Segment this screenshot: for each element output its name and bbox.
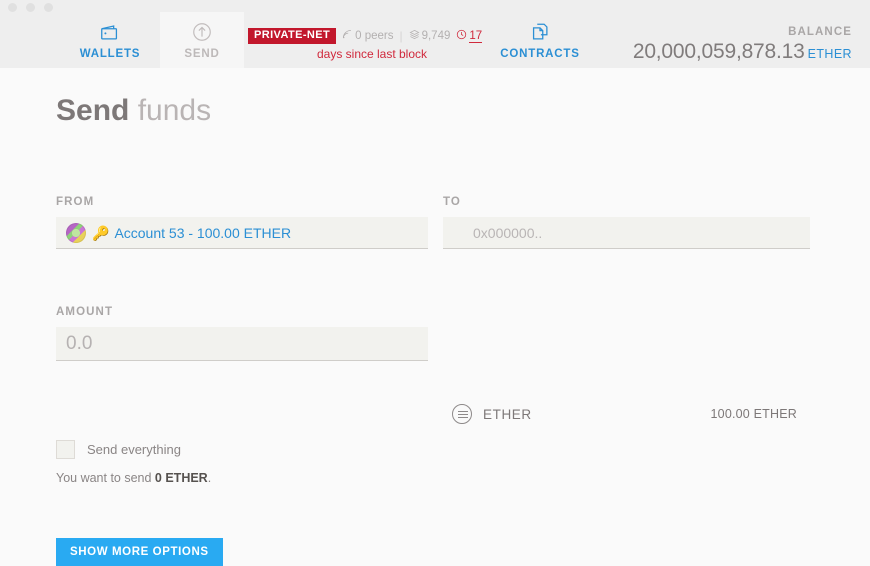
- amount-label: AMOUNT: [56, 306, 114, 318]
- last-block-time-value: 17: [469, 29, 483, 43]
- to-field-group: TO 0x000000..: [443, 196, 810, 249]
- network-status: PRIVATE-NET 0 peers | 9,749 17 days sinc…: [248, 28, 488, 61]
- currency-selector-row[interactable]: ETHER 100.00 ETHER: [452, 404, 797, 424]
- network-badge: PRIVATE-NET: [248, 28, 337, 44]
- nav-tab-wallets-label: WALLETS: [79, 48, 141, 60]
- to-label: TO: [443, 196, 461, 208]
- clock-icon: [456, 29, 467, 43]
- send-everything-checkbox[interactable]: [56, 440, 75, 459]
- page-title-strong: Send: [56, 94, 130, 127]
- block-number-label: 9,749: [421, 30, 451, 42]
- page-title: Send funds: [56, 94, 211, 128]
- documents-icon: [529, 20, 551, 44]
- send-everything-label: Send everything: [87, 442, 181, 457]
- peer-count: 0 peers: [342, 29, 393, 43]
- send-summary-amount: 0 ETHER: [154, 471, 208, 485]
- send-summary-suffix: .: [207, 471, 212, 485]
- peer-count-label: 0 peers: [355, 30, 394, 42]
- from-account-label: Account 53 - 100.00 ETHER: [114, 224, 292, 241]
- block-number: 9,749: [409, 29, 451, 43]
- maximize-button-icon[interactable]: [44, 3, 53, 12]
- amount-input[interactable]: 0.0: [56, 327, 428, 361]
- signal-icon: [342, 29, 353, 43]
- send-summary: You want to send 0 ETHER.: [56, 471, 211, 485]
- balance-amount: 20,000,059,878.13: [632, 40, 805, 63]
- key-icon: 🔑: [92, 224, 110, 241]
- blocks-icon: [409, 29, 420, 43]
- main-content: Send funds FROM 🔑 Account 53 - 100.00 ET…: [0, 68, 870, 566]
- window-titlebar: [0, 0, 870, 12]
- amount-field-group: AMOUNT 0.0: [56, 306, 428, 361]
- status-separator: |: [399, 29, 403, 43]
- show-more-options-button[interactable]: SHOW MORE OPTIONS: [56, 538, 223, 566]
- close-button-icon[interactable]: [8, 3, 17, 12]
- arrow-up-circle-icon: [191, 20, 213, 44]
- send-summary-prefix: You want to send: [56, 471, 155, 485]
- to-address-placeholder: 0x000000..: [473, 224, 543, 241]
- last-block-note: days since last block: [316, 47, 428, 61]
- currency-available-balance: 100.00 ETHER: [710, 407, 797, 421]
- nav-tab-wallets[interactable]: WALLETS: [60, 12, 160, 68]
- from-label: FROM: [56, 196, 95, 208]
- list-circle-icon: [452, 404, 472, 424]
- amount-placeholder: 0.0: [66, 332, 93, 354]
- send-everything-row[interactable]: Send everything: [56, 440, 181, 459]
- nav-tab-contracts-label: CONTRACTS: [500, 48, 580, 60]
- nav-tab-contracts[interactable]: CONTRACTS: [490, 12, 590, 68]
- to-address-input[interactable]: 0x000000..: [443, 217, 810, 249]
- nav-tab-send-label: SEND: [184, 48, 220, 60]
- currency-name: ETHER: [483, 406, 532, 422]
- balance-label: BALANCE: [788, 26, 852, 38]
- app-header: WALLETS SEND PRIVATE-NET 0 peers | 9,749…: [0, 12, 870, 68]
- traffic-light-group: [8, 3, 53, 12]
- last-block-time: 17: [456, 29, 483, 43]
- balance-unit: ETHER: [807, 47, 852, 61]
- wallet-icon: [99, 20, 121, 44]
- from-field-group: FROM 🔑 Account 53 - 100.00 ETHER: [56, 196, 428, 249]
- page-title-light: funds: [137, 94, 212, 127]
- identicon-avatar: [66, 222, 86, 243]
- nav-tab-send[interactable]: SEND: [160, 12, 244, 68]
- from-select[interactable]: 🔑 Account 53 - 100.00 ETHER: [56, 217, 428, 249]
- minimize-button-icon[interactable]: [26, 3, 35, 12]
- balance-display: BALANCE 20,000,059,878.13 ETHER: [633, 26, 852, 64]
